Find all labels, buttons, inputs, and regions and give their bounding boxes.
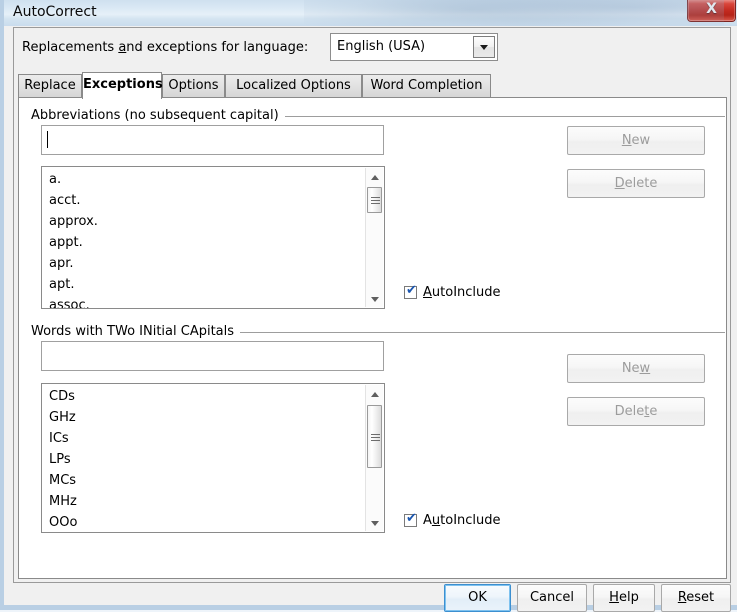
scroll-up-button[interactable] [366,385,383,402]
exceptions-tab-page: Abbreviations (no subsequent capital) a.… [18,97,727,579]
dialog-panel: Replacements and exceptions for language… [13,27,731,583]
grip-icon [370,433,380,441]
two-initial-capitals-group-label: Words with TWo INitial CApitals [31,324,241,339]
tic-autoinclude-accelerator: u [431,513,441,528]
two-initial-capitals-delete-button[interactable]: Delete [567,397,705,426]
reset-button[interactable]: Reset [661,584,731,612]
language-selected-value: English (USA) [337,39,426,54]
grip-icon [370,197,380,204]
two-initial-capitals-new-button[interactable]: New [567,354,705,383]
dialog-body: Replacements and exceptions for language… [8,26,737,612]
ok-button[interactable]: OK [444,584,511,612]
arrow-down-icon [370,520,379,526]
cancel-pre: Cancel [529,590,575,605]
tic-delete-post: e [649,404,658,419]
list-item[interactable]: LPs [42,449,365,470]
abbreviations-autoinclude-label: AutoInclude [423,285,501,300]
abbreviations-new-accelerator: N [621,133,632,148]
tic-autoinclude-pre: A [423,513,432,528]
abbr-autoinclude-accelerator: A [423,285,432,300]
abbreviations-list-items: a. acct. approx. appt. apr. apt. assoc. [42,169,365,308]
reset-post: eset [686,590,715,605]
language-dropdown-button[interactable] [473,36,495,58]
list-item[interactable]: MHz [42,491,365,512]
list-item[interactable]: apt. [42,274,365,295]
cancel-button[interactable]: Cancel [517,584,587,612]
abbreviations-input[interactable] [41,125,384,155]
text-caret [47,131,48,148]
list-item[interactable]: ICs [42,428,365,449]
tic-new-pre: Ne [621,361,640,376]
list-item[interactable]: a. [42,169,365,190]
title-bar: AutoCorrect X [4,0,737,26]
two-initial-capitals-input[interactable] [41,341,384,371]
checkbox-box[interactable]: ✔ [404,283,417,299]
tab-options[interactable]: Options [162,74,225,98]
chevron-down-icon [480,45,488,50]
abbr-autoinclude-post: utoInclude [431,285,501,300]
scroll-up-button[interactable] [366,168,383,185]
arrow-up-icon [370,174,379,180]
list-item[interactable]: appt. [42,232,365,253]
language-row: Replacements and exceptions for language… [14,28,730,70]
abbreviations-new-post: ew [631,133,651,148]
scrollbar-thumb[interactable] [367,187,382,213]
abbreviations-scrollbar[interactable] [365,168,383,307]
language-combobox[interactable]: English (USA) [330,33,498,61]
list-item[interactable]: CDs [42,386,365,407]
two-initial-capitals-list-items: CDs GHz ICs LPs MCs MHz OOo [42,386,365,532]
abbreviations-group-label: Abbreviations (no subsequent capital) [31,108,285,123]
list-item[interactable]: MCs [42,470,365,491]
two-initial-capitals-autoinclude-label: AutoInclude [423,513,501,528]
help-accelerator: H [609,590,619,605]
checkmark-icon: ✔ [406,283,417,298]
abbreviations-listbox[interactable]: a. acct. approx. appt. apr. apt. assoc. [41,166,385,309]
tab-localized-options[interactable]: Localized Options [225,74,362,98]
scrollbar-thumb[interactable] [367,405,382,468]
tic-autoinclude-post: toInclude [440,513,501,528]
ok-pre: OK [468,590,487,605]
tic-new-accelerator: w [639,361,651,376]
two-initial-capitals-scrollbar[interactable] [365,385,383,531]
two-initial-capitals-group-rule [231,332,725,333]
tab-word-completion[interactable]: Word Completion [362,74,491,98]
dialog-footer: OK Cancel Help Reset [8,584,737,612]
checkbox-box[interactable]: ✔ [404,511,417,527]
reset-accelerator: R [677,590,687,605]
window-title: AutoCorrect [13,4,97,20]
tic-delete-pre: Dele [614,404,645,419]
list-item[interactable]: GHz [42,407,365,428]
list-item[interactable]: assoc. [42,295,365,308]
checkmark-icon: ✔ [406,511,417,526]
scroll-down-button[interactable] [366,290,383,307]
abbreviations-new-button[interactable]: New [567,126,705,155]
list-item[interactable]: approx. [42,211,365,232]
abbreviations-delete-post: elete [624,176,658,191]
language-label-pre: Replacements [22,40,119,55]
tab-strip: Replace Exceptions Options Localized Opt… [18,72,726,99]
help-button[interactable]: Help [593,584,655,612]
list-item[interactable]: apr. [42,253,365,274]
abbreviations-group-rule [267,116,725,117]
language-label: Replacements and exceptions for language… [22,40,308,55]
list-item[interactable]: OOo [42,512,365,532]
autocorrect-dialog-window: AutoCorrect X Replacements and exception… [0,0,737,612]
arrow-down-icon [370,296,379,302]
abbreviations-delete-button[interactable]: Delete [567,169,705,198]
close-icon: X [706,1,717,17]
close-button[interactable]: X [687,0,736,22]
language-label-post: nd exceptions for language: [126,40,309,55]
list-item[interactable]: acct. [42,190,365,211]
abbreviations-delete-accelerator: D [614,176,625,191]
scroll-down-button[interactable] [366,514,383,531]
two-initial-capitals-listbox[interactable]: CDs GHz ICs LPs MCs MHz OOo [41,383,385,533]
help-post: elp [618,590,639,605]
tab-exceptions[interactable]: Exceptions [82,72,163,99]
arrow-up-icon [370,391,379,397]
tab-replace[interactable]: Replace [18,74,82,98]
